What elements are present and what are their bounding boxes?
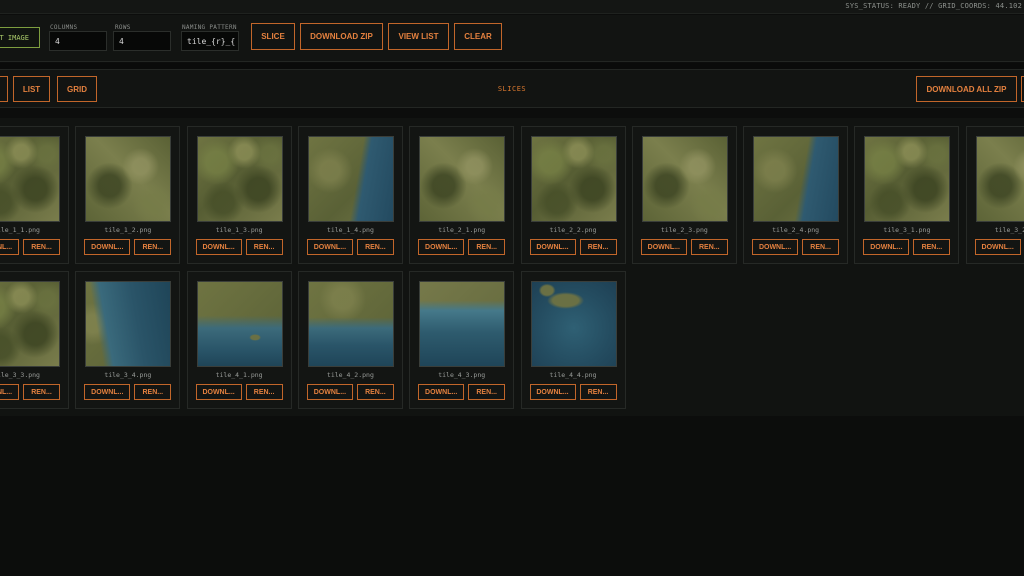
tile-download-button[interactable]: DOWNL...	[195, 239, 242, 255]
tile-rename-button[interactable]: REN...	[802, 239, 840, 255]
tile-download-button[interactable]: DOWNL...	[84, 384, 131, 400]
tile-thumbnail[interactable]	[307, 281, 394, 367]
tile-download-button[interactable]: DOWNL...	[418, 384, 465, 400]
naming-pattern-label: NAMING PATTERN	[182, 24, 237, 31]
tile-download-button[interactable]: DOWNL...	[0, 384, 19, 400]
status-text: SYS_STATUS: READY // GRID_COORDS: 44.102	[845, 2, 1022, 10]
tile-rename-button[interactable]: REN...	[356, 239, 394, 255]
tile-filename: tile_4_2.png	[326, 371, 374, 379]
tile-filename: tile_3_3.png	[0, 371, 40, 379]
tile-download-button[interactable]: DOWNL...	[195, 384, 242, 400]
tile-filename: tile_3_1.png	[883, 226, 931, 234]
tile-download-button[interactable]: DOWNL...	[306, 239, 353, 255]
tile-download-button[interactable]: DOWNL...	[418, 239, 465, 255]
tile-filename: tile_4_4.png	[549, 371, 597, 379]
tile-thumbnail[interactable]	[530, 136, 617, 222]
tile-rename-button[interactable]: REN...	[245, 384, 283, 400]
tile-rename-button[interactable]: REN...	[245, 239, 283, 255]
naming-pattern-input[interactable]: tile_{r}_{	[181, 31, 239, 51]
rows-input[interactable]: 4	[113, 31, 171, 51]
tile-rename-button[interactable]: REN...	[134, 239, 172, 255]
tile-filename: tile_2_1.png	[438, 226, 486, 234]
tile-download-button[interactable]: DOWNL...	[640, 239, 687, 255]
tile-rename-button[interactable]: REN...	[913, 239, 951, 255]
download-zip-button[interactable]: DOWNLOAD ZIP	[300, 23, 383, 50]
tile-filename: tile_1_2.png	[104, 226, 152, 234]
tile-filename: tile_3_2.png	[994, 226, 1024, 234]
tile-card: tile_3_2.pngDOWNL...REN...	[965, 126, 1024, 264]
download-all-zip-button[interactable]: DOWNLOAD ALL ZIP	[916, 76, 1017, 102]
tile-card: tile_3_1.png DOWNL... REN...	[854, 126, 960, 264]
tile-rename-button[interactable]: REN...	[468, 384, 506, 400]
tile-card: tile_1_3.png DOWNL... REN...	[186, 126, 292, 264]
tile-thumbnail[interactable]	[85, 281, 172, 367]
tile-filename: tile_3_4.png	[104, 371, 152, 379]
tile-download-button[interactable]: DOWNL...	[0, 239, 19, 255]
select-image-button[interactable]: T IMAGE	[0, 27, 40, 48]
tile-thumbnail[interactable]	[530, 281, 617, 367]
tile-card: tile_2_3.png DOWNL... REN...	[631, 126, 737, 264]
tile-thumbnail[interactable]	[419, 281, 506, 367]
view-list-button[interactable]: VIEW LIST	[388, 23, 449, 50]
tile-rename-button[interactable]: REN...	[23, 384, 60, 400]
tile-rename-button[interactable]: REN...	[690, 239, 728, 255]
tile-card: tile_2_4.png DOWNL... REN...	[743, 126, 849, 264]
rows-label: ROWS	[115, 24, 131, 31]
tile-thumbnail[interactable]	[419, 136, 506, 222]
columns-label: COLUMNS	[50, 24, 78, 31]
slices-header: LIST GRID SLICES DOWNLOAD ALL ZIP	[0, 69, 1024, 108]
tile-card: tile_4_1.png DOWNL... REN...	[186, 271, 292, 409]
tile-card: tile_4_2.png DOWNL... REN...	[297, 271, 403, 409]
tile-rename-button[interactable]: REN...	[468, 239, 506, 255]
tile-card: tile_1_1.png DOWNL...REN...	[0, 126, 69, 264]
tile-thumbnail[interactable]	[196, 281, 283, 367]
tile-filename: tile_4_1.png	[215, 371, 263, 379]
slices-title: SLICES	[497, 85, 527, 93]
tile-thumbnail[interactable]	[864, 136, 951, 222]
tile-filename: tile_2_4.png	[772, 226, 820, 234]
tile-thumbnail[interactable]	[307, 136, 394, 222]
tile-thumbnail[interactable]	[0, 281, 60, 367]
tile-card: tile_4_4.png DOWNL... REN...	[520, 271, 626, 409]
tile-thumbnail[interactable]	[975, 136, 1024, 222]
tile-rename-button[interactable]: REN...	[356, 384, 394, 400]
tile-download-button[interactable]: DOWNL...	[306, 384, 353, 400]
tile-download-button[interactable]: DOWNL...	[529, 239, 576, 255]
tile-thumbnail[interactable]	[753, 136, 840, 222]
toolbar: T IMAGE COLUMNS 4 ROWS 4 NAMING PATTERN …	[0, 15, 1024, 62]
tile-rename-button[interactable]: REN...	[23, 239, 60, 255]
columns-input[interactable]: 4	[49, 31, 107, 51]
tile-filename: tile_2_2.png	[549, 226, 597, 234]
tile-download-button[interactable]: DOWNL...	[974, 239, 1021, 255]
tile-filename: tile_1_4.png	[326, 226, 374, 234]
tile-download-button[interactable]: DOWNL...	[84, 239, 131, 255]
tile-filename: tile_4_3.png	[438, 371, 486, 379]
tile-rename-button[interactable]: REN...	[579, 384, 617, 400]
tile-card: tile_3_3.png DOWNL...REN...	[0, 271, 69, 409]
tile-card: tile_2_2.png DOWNL... REN...	[520, 126, 626, 264]
tile-filename: tile_2_3.png	[660, 226, 708, 234]
tile-thumbnail[interactable]	[196, 136, 283, 222]
tile-download-button[interactable]: DOWNL...	[529, 384, 576, 400]
tile-filename: tile_1_1.png	[0, 226, 40, 234]
status-bar: SYS_STATUS: READY // GRID_COORDS: 44.102	[0, 0, 1024, 14]
tile-filename: tile_1_3.png	[215, 226, 263, 234]
tile-card: tile_1_4.png DOWNL... REN...	[297, 126, 403, 264]
tile-download-button[interactable]: DOWNL...	[863, 239, 910, 255]
tile-card: tile_2_1.png DOWNL... REN...	[409, 126, 515, 264]
slice-button[interactable]: SLICE	[251, 23, 295, 50]
tile-card: tile_1_2.png DOWNL... REN...	[75, 126, 181, 264]
tile-rename-button[interactable]: REN...	[134, 384, 172, 400]
tile-thumbnail[interactable]	[641, 136, 728, 222]
clear-button[interactable]: CLEAR	[454, 23, 502, 50]
tile-thumbnail[interactable]	[0, 136, 60, 222]
tile-rename-button[interactable]: REN...	[579, 239, 617, 255]
tile-card: tile_3_4.png DOWNL... REN...	[75, 271, 181, 409]
tile-download-button[interactable]: DOWNL...	[752, 239, 799, 255]
tile-card: tile_4_3.png DOWNL... REN...	[409, 271, 515, 409]
tile-thumbnail[interactable]	[85, 136, 172, 222]
